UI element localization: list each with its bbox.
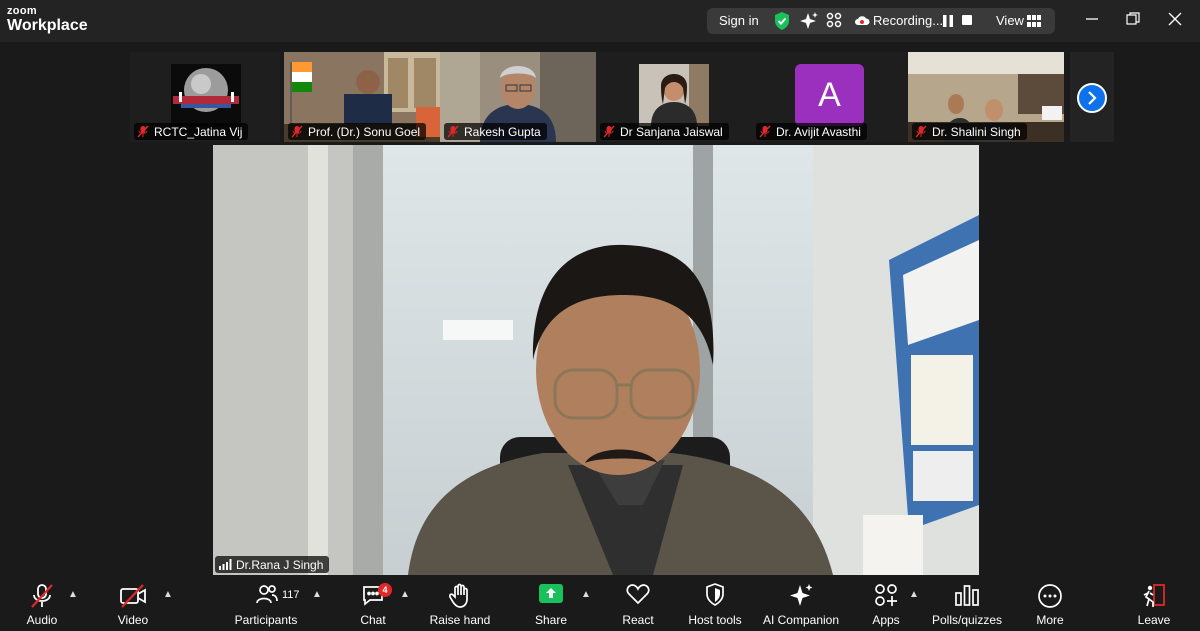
next-page-button[interactable] <box>1077 83 1107 113</box>
host-shield-icon <box>705 583 725 612</box>
participants-label: Participants <box>234 613 298 627</box>
raise-hand-icon <box>448 583 471 614</box>
ai-companion-label: AI Companion <box>762 613 840 627</box>
participant-tile-jatina[interactable]: RCTC_Jatina Vij <box>130 52 280 142</box>
minimize-window-icon[interactable] <box>1085 12 1099 31</box>
participant-name-tag: Rakesh Gupta <box>444 123 547 140</box>
security-shield-icon[interactable] <box>773 11 791 36</box>
muted-mic-icon <box>759 125 771 138</box>
react-label: React <box>622 613 654 627</box>
participant-tile-shalini-singh[interactable]: Dr. Shalini Singh <box>908 52 1064 142</box>
participants-button[interactable]: 117 Participants <box>232 575 300 631</box>
participant-avatar-image <box>171 64 241 126</box>
polls-quizzes-button[interactable]: Polls/quizzes <box>930 575 1004 631</box>
polls-chart-icon <box>954 583 980 612</box>
expand-view-icon[interactable] <box>826 12 842 33</box>
participant-name: Dr Sanjana Jaiswal <box>620 124 723 139</box>
muted-mic-icon <box>447 125 459 138</box>
ai-companion-button[interactable]: AI Companion <box>760 575 842 631</box>
participant-name-tag: Prof. (Dr.) Sonu Goel <box>288 123 427 140</box>
participant-name: RCTC_Jatina Vij <box>154 124 243 139</box>
active-speaker-name: Dr.Rana J Singh <box>236 557 324 572</box>
brand-top: zoom <box>7 5 37 17</box>
active-speaker-name-tag: Dr.Rana J Singh <box>215 556 330 573</box>
participant-name-tag: Dr Sanjana Jaiswal <box>600 123 729 140</box>
muted-mic-icon <box>915 125 927 138</box>
participants-count: 117 <box>282 589 300 601</box>
participant-name-tag: RCTC_Jatina Vij <box>134 123 249 140</box>
participant-name-tag: Dr. Shalini Singh <box>912 123 1027 140</box>
muted-mic-icon <box>291 125 303 138</box>
muted-microphone-icon <box>29 583 55 614</box>
muted-mic-icon <box>603 125 615 138</box>
participant-tile-sanjana-jaiswal[interactable]: Dr Sanjana Jaiswal <box>596 52 752 142</box>
participant-name-tag: Dr. Avijit Avasthi <box>756 123 867 140</box>
video-off-icon <box>119 583 147 614</box>
host-tools-label: Host tools <box>688 613 742 627</box>
apps-button[interactable]: Apps <box>868 575 904 631</box>
video-label: Video <box>117 613 149 627</box>
raise-hand-button[interactable]: Raise hand <box>428 575 492 631</box>
participant-name: Rakesh Gupta <box>464 124 541 139</box>
host-tools-button[interactable]: Host tools <box>685 575 745 631</box>
participant-thumbnail-strip: RCTC_Jatina Vij Prof. (Dr.) Sonu Goel Ra… <box>0 52 1200 142</box>
video-options-chevron-up-icon[interactable]: ▲ <box>163 589 173 600</box>
close-window-icon[interactable] <box>1168 12 1182 31</box>
leave-door-icon <box>1141 583 1167 614</box>
more-label: More <box>1036 613 1064 627</box>
share-screen-icon <box>539 583 563 610</box>
polls-quizzes-label: Polls/quizzes <box>931 613 1003 627</box>
participant-tile-sonu-goel[interactable]: Prof. (Dr.) Sonu Goel <box>284 52 440 142</box>
react-button[interactable]: React <box>620 575 656 631</box>
pause-recording-icon[interactable] <box>943 14 953 32</box>
signal-bars-icon <box>219 559 232 570</box>
gallery-grid-icon[interactable] <box>1027 14 1041 32</box>
speaker-video-feed <box>213 145 979 575</box>
chat-unread-badge: 4 <box>378 583 392 597</box>
audio-button[interactable]: Audio <box>22 575 62 631</box>
sign-in-button[interactable]: Sign in <box>719 13 759 28</box>
brand-bottom: Workplace <box>7 17 88 34</box>
apps-options-chevron-up-icon[interactable]: ▲ <box>909 589 919 600</box>
heart-react-icon <box>626 583 650 610</box>
apps-icon <box>874 583 898 612</box>
meeting-controls-toolbar: Audio ▲ Video ▲ 117 Participants ▲ Chat … <box>0 575 1200 631</box>
muted-mic-icon <box>137 125 149 138</box>
view-button[interactable]: View <box>996 13 1024 28</box>
raise-hand-label: Raise hand <box>429 613 491 627</box>
active-speaker-video[interactable]: Dr.Rana J Singh <box>213 145 979 575</box>
restore-window-icon[interactable] <box>1126 12 1140 31</box>
recording-status: Recording... <box>873 13 944 28</box>
participant-tile-avijit-avasthi[interactable]: A Dr. Avijit Avasthi <box>752 52 908 142</box>
video-button[interactable]: Video <box>113 575 153 631</box>
stop-recording-icon[interactable] <box>962 15 972 25</box>
participants-options-chevron-up-icon[interactable]: ▲ <box>312 589 322 600</box>
meeting-status-pill: Sign in Recording... View <box>707 8 1055 34</box>
participants-icon <box>256 583 278 610</box>
participant-name: Dr. Shalini Singh <box>932 124 1021 139</box>
participant-tile-rakesh-gupta[interactable]: Rakesh Gupta <box>440 52 596 142</box>
participant-name: Prof. (Dr.) Sonu Goel <box>308 124 421 139</box>
share-options-chevron-up-icon[interactable]: ▲ <box>581 589 591 600</box>
ai-companion-sparkle-icon <box>788 583 814 614</box>
leave-button[interactable]: Leave <box>1134 575 1174 631</box>
share-button[interactable]: Share <box>532 575 570 631</box>
apps-label: Apps <box>872 613 900 627</box>
ai-sparkle-icon[interactable] <box>799 11 819 36</box>
leave-label: Leave <box>1137 613 1171 627</box>
audio-label: Audio <box>26 613 58 627</box>
app-logo: zoom Workplace <box>7 6 88 34</box>
share-label: Share <box>534 613 568 627</box>
participant-video-feed <box>639 64 709 126</box>
chat-label: Chat <box>360 613 386 627</box>
title-bar: zoom Workplace Sign in Recording... View <box>0 0 1200 42</box>
audio-options-chevron-up-icon[interactable]: ▲ <box>68 589 78 600</box>
participant-name: Dr. Avijit Avasthi <box>776 124 861 139</box>
chevron-right-icon <box>1088 91 1097 105</box>
more-button[interactable]: More <box>1032 575 1068 631</box>
cloud-recording-icon <box>854 14 870 33</box>
more-ellipsis-icon <box>1037 583 1063 614</box>
chat-options-chevron-up-icon[interactable]: ▲ <box>400 589 410 600</box>
avatar: A <box>795 64 864 126</box>
